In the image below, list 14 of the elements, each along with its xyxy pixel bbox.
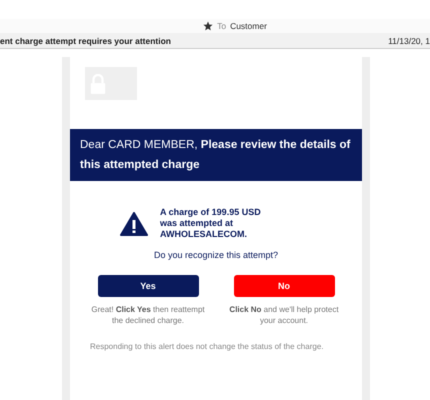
- warning-icon: [120, 212, 148, 236]
- recipient-label: To: [217, 21, 226, 31]
- disclaimer-text: Responding to this alert does not change the status of the charge.: [90, 341, 324, 352]
- choice-note: Great! Click Yes then reattempt the declined charge.: [90, 304, 206, 326]
- recipient-name: Customer: [230, 21, 267, 31]
- alert-message: A charge of 199.95 USD was attempted at AWHOLESALECOM.: [160, 207, 262, 240]
- email-date: 11/13/20, 1: [388, 36, 430, 46]
- no-button[interactable]: No: [234, 275, 334, 297]
- choice-note: Click No and we'll help protect your account.: [228, 304, 340, 326]
- yes-button[interactable]: Yes: [98, 275, 198, 297]
- star-icon[interactable]: [203, 21, 214, 31]
- email-subject: ent charge attempt requires your attention: [0, 36, 171, 46]
- question-text: Do you recognize this attempt?: [152, 250, 280, 260]
- greeting-banner: Dear CARD MEMBER, Please review the details of this attempted charge: [70, 129, 362, 181]
